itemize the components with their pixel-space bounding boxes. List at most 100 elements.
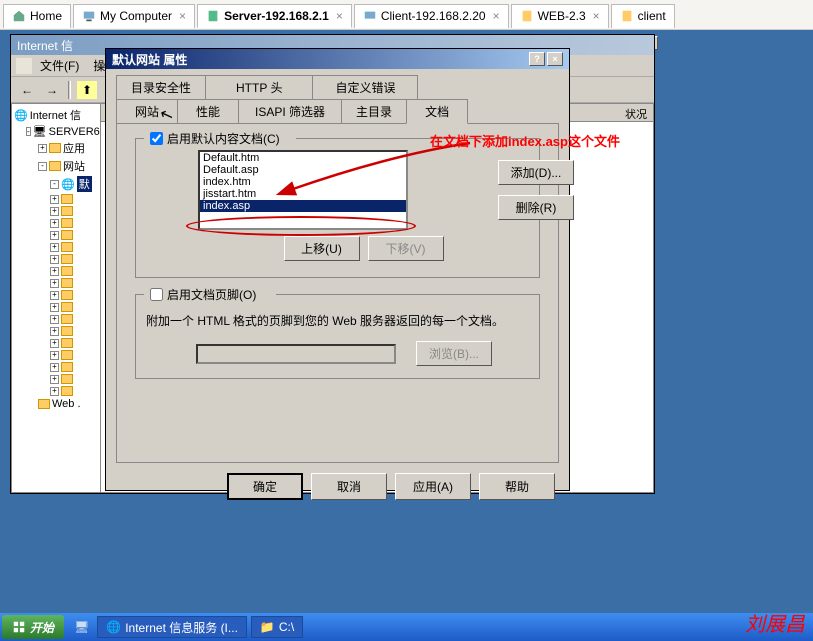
tree-sub[interactable]: + [14,289,98,301]
close-icon[interactable]: × [336,9,343,23]
default-docs-listbox[interactable]: Default.htm Default.asp index.htm jissta… [198,150,408,230]
home-icon [12,9,26,23]
help-button[interactable]: ? [529,52,545,66]
tab-isapi[interactable]: ISAPI 筛选器 [238,99,342,123]
client-icon [363,9,377,23]
add-button[interactable]: 添加(D)... [498,160,574,185]
site-properties-dialog: 默认网站 属性 ? × 目录安全性 HTTP 头 自定义错误 网站 性能 ISA… [105,48,570,491]
tab-document[interactable]: 文档 [406,99,468,124]
tree-sub[interactable]: + [14,361,98,373]
tree-sub[interactable]: + [14,385,98,397]
checkbox[interactable] [150,132,163,145]
tree-sub[interactable]: + [14,301,98,313]
tree-apppool[interactable]: +应用 [14,139,98,157]
tab-label: My Computer [100,9,172,23]
tree-sub[interactable]: + [14,277,98,289]
help-button[interactable]: 帮助 [479,473,555,500]
taskbar: 开始 🖥 🌐 Internet 信息服务 (I... 📁 C:\ [0,613,813,641]
server-icon [206,9,220,23]
tab-custom-error[interactable]: 自定义错误 [312,75,418,99]
tree-site[interactable]: -网站 [14,157,98,175]
tab-web23[interactable]: WEB-2.3 × [511,4,609,28]
dialog-content: 启用默认内容文档(C) Default.htm Default.asp inde… [116,123,559,463]
tree-sub[interactable]: + [14,241,98,253]
apply-button[interactable]: 应用(A) [395,473,471,500]
tree-sub[interactable]: + [14,325,98,337]
tree-server[interactable]: -🖥SERVER6 [14,124,98,139]
tree-sub[interactable]: + [14,337,98,349]
close-icon[interactable]: × [593,9,600,23]
checkbox[interactable] [150,288,163,301]
footer-hint: 附加一个 HTML 格式的页脚到您的 Web 服务器返回的每一个文档。 [146,312,529,329]
enable-default-docs-checkbox[interactable]: 启用默认内容文档(C) [146,130,284,147]
tab-client-2[interactable]: Client-192.168.2.20 × [354,4,509,28]
list-item[interactable]: jisstart.htm [200,188,406,200]
tree-sub[interactable]: + [14,313,98,325]
close-button[interactable]: × [547,52,563,66]
tree-sub[interactable]: + [14,205,98,217]
tab-label: WEB-2.3 [538,9,586,23]
task-label: C:\ [279,620,294,634]
dialog-tabs: 目录安全性 HTTP 头 自定义错误 网站 性能 ISAPI 筛选器 主目录 文… [106,69,569,123]
tree-sub[interactable]: + [14,373,98,385]
checkbox-label: 启用文档页脚(O) [167,286,256,303]
tab-label: Client-192.168.2.20 [381,9,486,23]
dialog-button-row: 确定 取消 应用(A) 帮助 [106,473,569,500]
signature: 刘展昌 [745,608,805,637]
tab-client[interactable]: client [611,4,675,28]
tree-panel[interactable]: 🌐Internet 信 -🖥SERVER6 +应用 -网站 -🌐默 + + + … [11,103,100,493]
workspace-tab-bar: Home My Computer × Server-192.168.2.1 × … [0,0,813,30]
forward-button[interactable]: → [41,80,63,100]
back-button[interactable]: ← [16,80,38,100]
move-up-button[interactable]: 上移(U) [284,236,360,261]
tab-perf[interactable]: 性能 [177,99,239,123]
tab-http-header[interactable]: HTTP 头 [205,75,313,99]
up-button[interactable]: ⬆ [76,80,98,100]
separator [68,81,71,99]
close-icon[interactable]: × [179,9,186,23]
ok-button[interactable]: 确定 [227,473,303,500]
tab-my-computer[interactable]: My Computer × [73,4,195,28]
list-item-selected[interactable]: index.asp [200,200,406,212]
list-item[interactable]: Default.asp [200,164,406,176]
close-icon[interactable]: × [493,9,500,23]
quick-launch-icon[interactable]: 🖥 [70,620,93,634]
tree-sub[interactable]: + [14,229,98,241]
annotation-text: 在文档下添加index.asp这个文件 [430,131,620,150]
list-item[interactable]: index.htm [200,176,406,188]
default-documents-group: 启用默认内容文档(C) Default.htm Default.asp inde… [135,138,540,278]
tree-sub[interactable]: + [14,265,98,277]
tree-root[interactable]: 🌐Internet 信 [14,106,98,124]
remove-button[interactable]: 删除(R) [498,195,574,220]
task-icon: 📁 [260,620,275,634]
browse-button[interactable]: 浏览(B)... [416,341,492,366]
move-down-button[interactable]: 下移(V) [368,236,444,261]
list-item[interactable]: Default.htm [200,152,406,164]
cancel-button[interactable]: 取消 [311,473,387,500]
tab-home-dir[interactable]: 主目录 [341,99,407,123]
start-label: 开始 [30,619,54,636]
dialog-title-bar[interactable]: 默认网站 属性 ? × [106,49,569,69]
tree-web[interactable]: Web . [14,397,98,411]
start-button[interactable]: 开始 [2,615,64,639]
taskbar-item-iis[interactable]: 🌐 Internet 信息服务 (I... [97,616,247,638]
tab-label: Home [30,9,62,23]
footer-path-input [196,344,396,364]
tab-dir-security[interactable]: 目录安全性 [116,75,206,99]
tree-sub[interactable]: + [14,217,98,229]
tab-server[interactable]: Server-192.168.2.1 × [197,4,352,28]
task-icon: 🌐 [106,620,121,634]
enable-footer-checkbox[interactable]: 启用文档页脚(O) [146,286,260,303]
tree-default-site[interactable]: -🌐默 [14,175,98,193]
tab-label: client [638,9,666,23]
tab-home[interactable]: Home [3,4,71,28]
window-title: Internet 信 [17,37,73,54]
tree-sub[interactable]: + [14,349,98,361]
windows-icon [12,620,26,634]
menu-file[interactable]: 文件(F) [34,55,85,76]
tree-sub[interactable]: + [14,193,98,205]
tree-sub[interactable]: + [14,253,98,265]
taskbar-item-explorer[interactable]: 📁 C:\ [251,616,303,638]
computer-icon [82,9,96,23]
document-footer-group: 启用文档页脚(O) 附加一个 HTML 格式的页脚到您的 Web 服务器返回的每… [135,294,540,379]
